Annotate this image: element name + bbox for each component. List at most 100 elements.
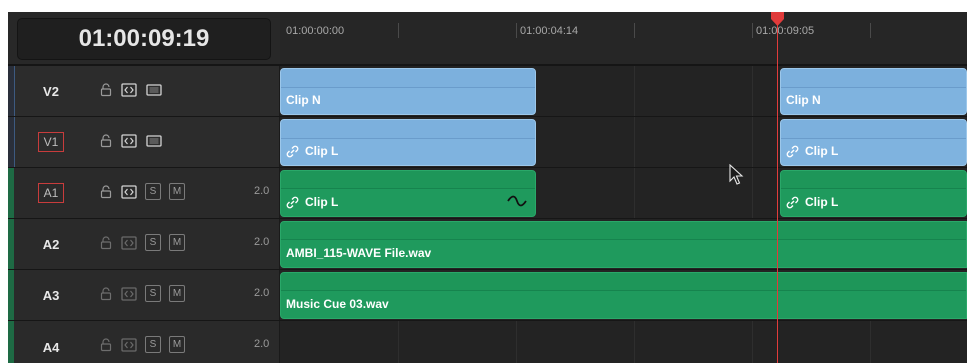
audio-clip[interactable]: Clip L xyxy=(780,170,967,217)
track-header-a3: A3 S M 2.0 xyxy=(8,270,280,320)
lane-gridline xyxy=(398,321,399,363)
video-clip[interactable]: Clip L xyxy=(280,119,536,166)
track-a1: A1 S M 2.0 Clip L Clip L xyxy=(8,168,967,219)
audio-clip[interactable]: Clip L xyxy=(280,170,536,217)
track-a3: A3 S M 2.0 Music Cue 03.wav xyxy=(8,270,967,321)
track-name[interactable]: A3 xyxy=(36,285,66,305)
solo-button[interactable]: S xyxy=(145,234,161,251)
clip-name: Clip L xyxy=(805,144,839,158)
lock-icon[interactable] xyxy=(98,286,114,302)
channel-format: 2.0 xyxy=(254,287,270,299)
lock-icon[interactable] xyxy=(98,82,114,98)
track-lane-a4[interactable] xyxy=(280,321,967,363)
auto-select-icon[interactable] xyxy=(121,235,137,251)
lane-gridline xyxy=(516,321,517,363)
clip-thumbnail-bar xyxy=(781,120,966,139)
track-enable-icon[interactable] xyxy=(146,133,162,149)
track-header-v1: V1 xyxy=(8,117,280,167)
ruler-tick xyxy=(870,23,871,38)
link-icon xyxy=(786,145,799,157)
playhead-icon[interactable] xyxy=(770,12,785,26)
mute-button[interactable]: M xyxy=(169,336,185,353)
clip-label: Clip N xyxy=(286,93,321,107)
audio-clip[interactable]: Music Cue 03.wav xyxy=(280,272,967,319)
lane-gridline xyxy=(634,66,635,116)
solo-button[interactable]: S xyxy=(145,336,161,353)
mute-button[interactable]: M xyxy=(169,285,185,302)
track-name[interactable]: A4 xyxy=(36,337,66,357)
track-lane-v2[interactable]: Clip N Clip N xyxy=(280,66,967,116)
clip-label: Clip N xyxy=(786,93,821,107)
track-lane-a3[interactable]: Music Cue 03.wav xyxy=(280,270,967,320)
track-color-strip xyxy=(8,219,14,269)
audio-clip[interactable]: AMBI_115-WAVE File.wav xyxy=(280,221,967,268)
clip-label: Clip L xyxy=(286,144,338,158)
playhead-line[interactable] xyxy=(777,22,778,363)
link-icon xyxy=(786,196,799,208)
video-clip[interactable]: Clip L xyxy=(780,119,967,166)
clip-name: Clip L xyxy=(805,195,839,209)
auto-select-icon[interactable] xyxy=(121,133,137,149)
lock-icon[interactable] xyxy=(98,184,114,200)
track-color-strip xyxy=(8,321,14,363)
clip-header-bar xyxy=(281,222,966,240)
track-header-a4: A4 S M 2.0 xyxy=(8,321,280,363)
track-color-strip xyxy=(8,168,14,218)
clip-label: AMBI_115-WAVE File.wav xyxy=(286,246,432,260)
timeline-ruler[interactable]: 01:00:00:00 01:00:04:14 01:00:09:05 xyxy=(280,12,967,66)
lock-icon[interactable] xyxy=(98,337,114,353)
keyframe-curve-icon[interactable] xyxy=(507,194,527,208)
track-name[interactable]: V2 xyxy=(36,81,66,101)
solo-button[interactable]: S xyxy=(145,285,161,302)
clip-label: Clip L xyxy=(786,144,838,158)
channel-format: 2.0 xyxy=(254,236,270,248)
track-lane-v1[interactable]: Clip L Clip L xyxy=(280,117,967,167)
mouse-cursor-icon xyxy=(729,164,744,185)
ruler-label: 01:00:04:14 xyxy=(520,25,579,37)
mute-button[interactable]: M xyxy=(169,183,185,200)
clip-header-bar xyxy=(781,171,966,189)
clip-label: Clip L xyxy=(286,195,338,209)
track-lane-a1[interactable]: Clip L Clip L xyxy=(280,168,967,218)
source-patch-a1[interactable]: A1 xyxy=(38,183,64,203)
source-patch-v1[interactable]: V1 xyxy=(38,132,64,152)
ruler-tick xyxy=(752,23,753,38)
ruler-tick xyxy=(516,23,517,38)
channel-format: 2.0 xyxy=(254,185,270,197)
video-clip[interactable]: Clip N xyxy=(780,68,967,115)
timeline-panel: 01:00:09:19 01:00:00:00 01:00:04:14 01:0… xyxy=(8,12,967,363)
track-header-v2: V2 xyxy=(8,66,280,116)
auto-select-icon[interactable] xyxy=(121,337,137,353)
ruler-label: 01:00:00:00 xyxy=(286,25,345,37)
clip-thumbnail-bar xyxy=(281,120,535,139)
lock-icon[interactable] xyxy=(98,235,114,251)
lane-gridline xyxy=(752,117,753,167)
clip-thumbnail-bar xyxy=(781,69,966,88)
track-color-strip xyxy=(8,117,15,167)
track-name[interactable]: A2 xyxy=(36,234,66,254)
lock-icon[interactable] xyxy=(98,133,114,149)
track-a2: A2 S M 2.0 AMBI_115-WAVE File.wav xyxy=(8,219,967,270)
timecode-display[interactable]: 01:00:09:19 xyxy=(17,18,271,60)
lane-gridline xyxy=(634,117,635,167)
clip-label: Clip L xyxy=(786,195,838,209)
clip-header-bar xyxy=(281,273,966,291)
solo-button[interactable]: S xyxy=(145,183,161,200)
track-a4: A4 S M 2.0 xyxy=(8,321,967,363)
mute-button[interactable]: M xyxy=(169,234,185,251)
link-icon xyxy=(286,145,299,157)
link-icon xyxy=(286,196,299,208)
track-lane-a2[interactable]: AMBI_115-WAVE File.wav xyxy=(280,219,967,269)
ruler-tick xyxy=(398,23,399,38)
auto-select-icon[interactable] xyxy=(121,184,137,200)
track-color-strip xyxy=(8,270,14,320)
lane-gridline xyxy=(752,321,753,363)
auto-select-icon[interactable] xyxy=(121,286,137,302)
lane-gridline xyxy=(870,321,871,363)
clip-name: Clip L xyxy=(305,195,339,209)
ruler-label: 01:00:09:05 xyxy=(756,25,815,37)
video-clip[interactable]: Clip N xyxy=(280,68,536,115)
track-v2: V2 Clip N Clip N xyxy=(8,66,967,117)
auto-select-icon[interactable] xyxy=(121,82,137,98)
track-enable-icon[interactable] xyxy=(146,82,162,98)
